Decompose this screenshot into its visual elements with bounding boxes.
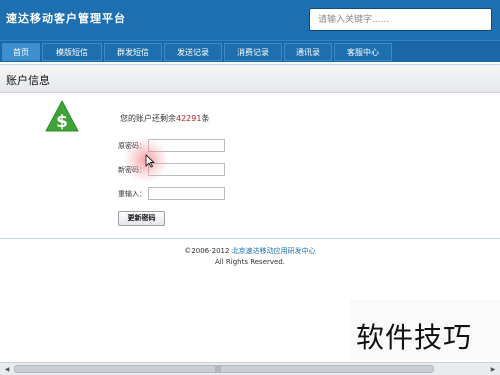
tab-consumption-records[interactable]: 消费记录 <box>224 43 282 61</box>
svg-text:$: $ <box>56 112 68 132</box>
tab-template-sms[interactable]: 模版短信 <box>42 43 102 61</box>
balance-prefix: 您的账户还剩余 <box>120 114 176 123</box>
search-input[interactable] <box>309 8 492 31</box>
tab-send-records[interactable]: 发送记录 <box>164 43 222 61</box>
main-nav: 首页 模版短信 群发短信 发送记录 消费记录 通讯录 客服中心 <box>0 40 500 62</box>
footer-rights: All Rights Reserved. <box>214 258 285 266</box>
tab-home[interactable]: 首页 <box>2 43 40 61</box>
horizontal-scrollbar[interactable]: ◀ ||| ▶ <box>0 362 500 375</box>
tab-service-center[interactable]: 客服中心 <box>334 43 392 61</box>
footer-copyright: ©2006-2012 北京速达移动应用研发中心 <box>0 246 500 257</box>
top-header: 速达移动客户管理平台 <box>0 0 500 40</box>
scroll-right-icon[interactable]: ▶ <box>488 365 498 374</box>
scroll-grip-icon: ||| <box>215 366 222 373</box>
account-panel: 账户信息 <box>0 64 500 239</box>
copyright-text: ©2006-2012 <box>184 247 232 255</box>
confirm-password-field[interactable] <box>148 187 225 200</box>
page-title: 账户信息 <box>6 74 50 87</box>
scroll-left-icon[interactable]: ◀ <box>2 365 12 374</box>
balance-suffix: 条 <box>201 114 210 123</box>
mouse-pointer-icon <box>145 154 155 168</box>
confirm-password-label: 重输入： <box>118 190 146 198</box>
tab-bulk-sms[interactable]: 群发短信 <box>104 43 162 61</box>
panel-title-bar: 账户信息 <box>0 65 500 93</box>
balance-text: 您的账户还剩余42291条 <box>120 113 209 124</box>
update-password-button[interactable]: 更新密码 <box>118 211 165 226</box>
dollar-triangle-icon: $ <box>45 100 79 132</box>
balance-count: 42291 <box>176 114 202 123</box>
scroll-thumb[interactable]: ||| <box>14 365 434 373</box>
org-link[interactable]: 北京速达移动应用研发中心 <box>232 247 316 255</box>
app-title: 速达移动客户管理平台 <box>6 12 126 25</box>
tab-contacts[interactable]: 通讯录 <box>284 43 332 61</box>
watermark-text: 软件技巧 <box>356 321 473 354</box>
page-footer: ©2006-2012 北京速达移动应用研发中心 All Rights Reser… <box>0 246 500 268</box>
